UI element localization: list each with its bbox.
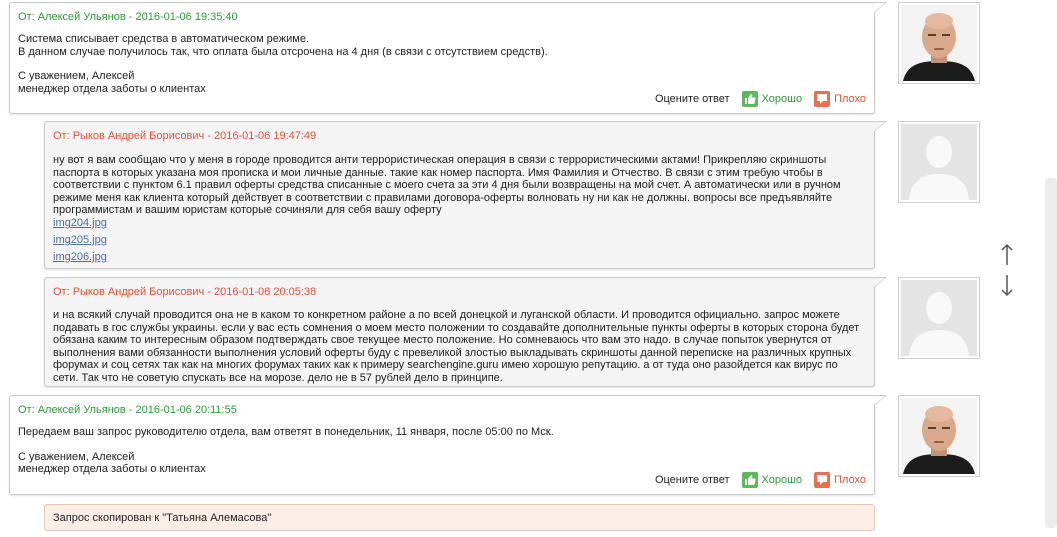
message-user-2: От: Рыков Андрей Борисович - 2016-01-06 … [44, 277, 887, 387]
message-support-2: От: Алексей Ульянов - 2016-01-06 20:11:5… [9, 395, 887, 495]
rate-bad-button[interactable]: Плохо [814, 91, 866, 107]
message-line: режиме меня как клиента который действуе… [53, 191, 833, 204]
attachment-link[interactable]: img206.jpg [53, 251, 107, 263]
rate-bad-button[interactable]: Плохо [814, 472, 866, 488]
rate-bad-label: Плохо [834, 93, 866, 105]
thumbs-up-icon [741, 472, 758, 488]
rate-good-button[interactable]: Хорошо [741, 472, 803, 488]
attachment-link[interactable]: img204.jpg [53, 217, 107, 229]
message-body: и на всякий случай проводится она не в к… [53, 309, 862, 384]
rating-label: Оцените ответ [654, 474, 730, 486]
message-line: подавать в гос службы украины. если у ва… [53, 321, 860, 334]
support-agent-avatar [898, 395, 980, 477]
rate-good-label: Хорошо [761, 474, 803, 486]
message-line: программистам и вашим юристам которые со… [53, 204, 442, 216]
message-line: и на всякий случай проводится она не в к… [53, 309, 840, 321]
message-line: сети. Так что не советую спускать все на… [53, 371, 503, 384]
rating-bar: Оцените ответ Хорошо Плохо [655, 91, 866, 107]
message-line: В данном случае получилось так, что опла… [18, 45, 548, 58]
scrollbar[interactable] [1045, 178, 1057, 528]
message-line: выполнения вами обязанности выполнения у… [53, 346, 852, 359]
bubble-tail [874, 121, 887, 132]
message-body: ну вот я вам сообщаю что у меня в городе… [53, 154, 862, 217]
message-support-1: От: Алексей Ульянов - 2016-01-06 19:35:4… [9, 2, 887, 114]
copy-status-note: Запрос скопирован к "Татьяна Алемасова" [44, 504, 875, 531]
message-line: ну вот я вам сообщаю что у меня в городе… [53, 154, 827, 166]
bubble-tail [874, 395, 887, 406]
message-line: Передаем ваш запрос руководителю отдела,… [18, 426, 554, 438]
message-body: Система списывает средства в автоматичес… [18, 33, 862, 95]
bubble-tail [874, 277, 887, 288]
rate-good-button[interactable]: Хорошо [741, 91, 803, 107]
signature-line: С уважением, Алексей [18, 450, 135, 463]
message-line: паспорта в которых указана моя прописка … [53, 166, 823, 179]
user-avatar-placeholder [898, 277, 980, 359]
message-body: Передаем ваш запрос руководителю отдела,… [18, 426, 862, 476]
thumbs-down-icon [814, 91, 831, 107]
thumbs-up-icon [741, 91, 758, 107]
message-line: форумах и соц сетях так как на многих фо… [53, 359, 838, 371]
message-line: соответствии с пунктом 6.1 правил оферты… [53, 179, 841, 191]
message-line: Система списывает средства в автоматичес… [18, 33, 310, 45]
message-author: От: Алексей Ульянов - 2016-01-06 19:35:4… [18, 11, 238, 23]
up-down-arrows-icon[interactable] [998, 243, 1016, 299]
message-line: обязана каким то интересным образом подт… [53, 334, 832, 346]
rating-label: Оцените ответ [654, 93, 730, 105]
attachment-link[interactable]: img205.jpg [53, 234, 107, 246]
support-agent-avatar [898, 2, 980, 84]
rating-bar: Оцените ответ Хорошо Плохо [655, 472, 866, 488]
thumbs-down-icon [814, 472, 831, 488]
message-author: От: Рыков Андрей Борисович - 2016-01-06 … [53, 286, 317, 298]
user-avatar-placeholder [898, 121, 980, 203]
rate-good-label: Хорошо [761, 93, 803, 105]
signature-line: С уважением, Алексей [18, 70, 135, 82]
bubble-tail [874, 2, 887, 13]
message-author: От: Рыков Андрей Борисович - 2016-01-06 … [53, 130, 317, 142]
message-user-1: От: Рыков Андрей Борисович - 2016-01-06 … [44, 121, 887, 269]
rate-bad-label: Плохо [834, 474, 866, 486]
message-author: От: Алексей Ульянов - 2016-01-06 20:11:5… [18, 404, 237, 416]
